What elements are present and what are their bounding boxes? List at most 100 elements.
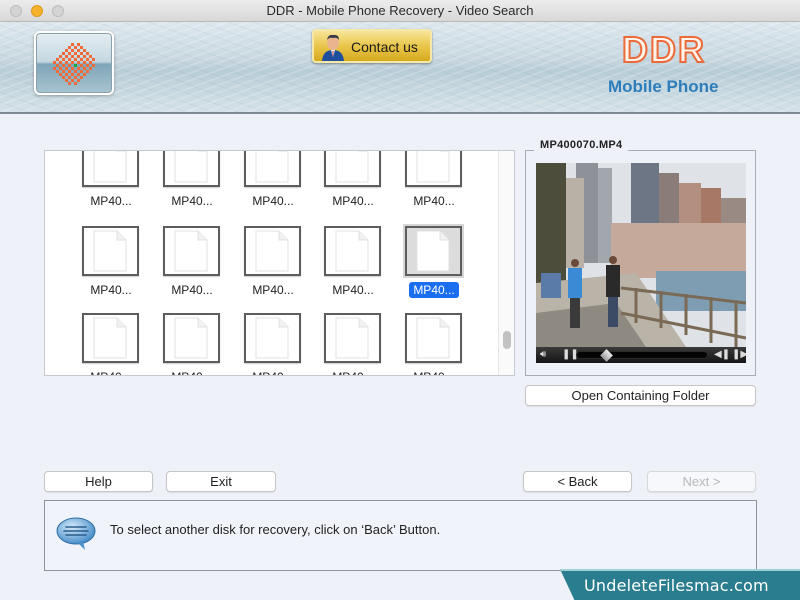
help-button[interactable]: Help — [44, 471, 153, 492]
file-thumbnail — [324, 151, 381, 187]
file-item[interactable]: MP40... — [153, 226, 223, 306]
file-name-label: MP40... — [153, 283, 231, 297]
video-frame-image — [536, 163, 746, 347]
file-item[interactable]: MP40... — [314, 313, 384, 375]
file-item[interactable]: MP40... — [395, 151, 465, 217]
file-name-text: MP40... — [90, 194, 132, 208]
exit-button[interactable]: Exit — [166, 471, 276, 492]
header-banner: Contact us DDR Mobile Phone — [0, 22, 800, 114]
file-name-label: MP40... — [314, 194, 392, 208]
logo-pixel — [83, 49, 86, 52]
file-item[interactable]: MP40... — [72, 313, 142, 375]
logo-pixel — [92, 58, 95, 61]
open-containing-folder-button[interactable]: Open Containing Folder — [525, 385, 756, 406]
logo-pixel — [83, 61, 86, 64]
logo-pixel — [71, 61, 74, 64]
title-bar: DDR - Mobile Phone Recovery - Video Sear… — [0, 0, 800, 22]
logo-pixel — [74, 70, 77, 73]
logo-pixel — [53, 67, 56, 70]
file-item[interactable]: MP40... — [314, 151, 384, 217]
logo-pixel — [62, 64, 65, 67]
logo-pixel — [89, 67, 92, 70]
brand-subtitle: Mobile Phone — [608, 77, 719, 96]
file-thumbnail — [405, 313, 462, 363]
volume-icon[interactable]: 🔊︎ — [540, 349, 546, 361]
file-item-selected[interactable]: MP40... — [395, 226, 465, 306]
logo-pixel — [65, 55, 68, 58]
logo-pixel — [68, 58, 71, 61]
logo-pixel — [80, 64, 83, 67]
scrollbar-thumb[interactable] — [503, 331, 511, 349]
file-item[interactable]: MP40... — [234, 313, 304, 375]
file-thumbnail — [405, 151, 462, 187]
file-item[interactable]: MP40... — [395, 313, 465, 375]
logo-pixel — [89, 61, 92, 64]
logo-pixel — [71, 49, 74, 52]
status-message-box: To select another disk for recovery, cli… — [44, 500, 757, 571]
vertical-scrollbar[interactable] — [498, 151, 514, 375]
file-name-text: MP40... — [90, 370, 131, 375]
file-thumbnail — [405, 226, 462, 276]
file-item[interactable]: MP40... — [72, 151, 142, 217]
seek-slider[interactable] — [576, 351, 708, 359]
logo-pixel — [74, 64, 77, 67]
file-item[interactable]: MP40... — [234, 151, 304, 217]
file-thumbnail — [82, 313, 139, 363]
person-icon — [322, 34, 344, 61]
logo-pixel — [65, 79, 68, 82]
logo-pixel — [68, 70, 71, 73]
speech-bubble-icon — [56, 517, 96, 550]
contact-us-label: Contact us — [351, 39, 418, 55]
contact-us-button[interactable]: Contact us — [312, 29, 432, 63]
logo-pixel — [83, 67, 86, 70]
file-item[interactable]: MP40... — [314, 226, 384, 306]
logo-pixel — [74, 46, 77, 49]
logo-pixel — [56, 64, 59, 67]
logo-pixel — [77, 43, 80, 46]
file-name-text: MP40... — [413, 194, 455, 208]
file-item[interactable]: MP40... — [234, 226, 304, 306]
logo-pixel — [80, 58, 83, 61]
file-item[interactable]: MP40... — [153, 151, 223, 217]
document-icon — [174, 230, 208, 272]
logo-pixel — [68, 46, 71, 49]
logo-pixel — [68, 64, 71, 67]
logo-pixel — [62, 58, 65, 61]
document-icon — [255, 151, 289, 183]
logo-pixel — [80, 70, 83, 73]
document-icon — [416, 317, 450, 359]
file-thumbnail — [163, 313, 220, 363]
file-name-label: MP40... — [234, 194, 312, 208]
logo-pixel — [53, 61, 56, 64]
logo-pixel — [77, 73, 80, 76]
back-button[interactable]: < Back — [523, 471, 632, 492]
logo-pixel — [68, 52, 71, 55]
video-controls: 🔊︎ ❚❚ ◀❚ ❚▶ — [536, 347, 746, 363]
file-item[interactable]: MP40... — [72, 226, 142, 306]
file-name-text: MP40... — [413, 370, 454, 375]
file-name-label: MP40... — [314, 283, 392, 297]
video-player[interactable]: 🔊︎ ❚❚ ◀❚ ❚▶ — [536, 163, 746, 363]
document-icon — [93, 317, 127, 359]
step-forward-icon[interactable]: ❚▶ — [732, 349, 746, 361]
window-title: DDR - Mobile Phone Recovery - Video Sear… — [266, 3, 534, 18]
next-button[interactable]: Next > — [647, 471, 756, 492]
file-name-label: MP40... — [72, 283, 150, 297]
logo-pixel — [86, 70, 89, 73]
file-name-label: MP40... — [234, 370, 312, 375]
document-icon — [335, 151, 369, 183]
status-message-text: To select another disk for recovery, cli… — [110, 522, 441, 537]
logo-pixel — [56, 70, 59, 73]
logo-pixel — [77, 67, 80, 70]
ddr-checker-logo-icon — [53, 43, 95, 85]
document-icon — [335, 317, 369, 359]
document-icon — [416, 230, 450, 272]
logo-pixel — [83, 55, 86, 58]
logo-pixel — [65, 73, 68, 76]
logo-pixel — [86, 52, 89, 55]
file-item[interactable]: MP40... — [153, 313, 223, 375]
file-name-label: MP40... — [72, 370, 150, 375]
logo-pixel — [74, 58, 77, 61]
step-back-icon[interactable]: ◀❚ — [714, 349, 730, 361]
document-icon — [255, 317, 289, 359]
